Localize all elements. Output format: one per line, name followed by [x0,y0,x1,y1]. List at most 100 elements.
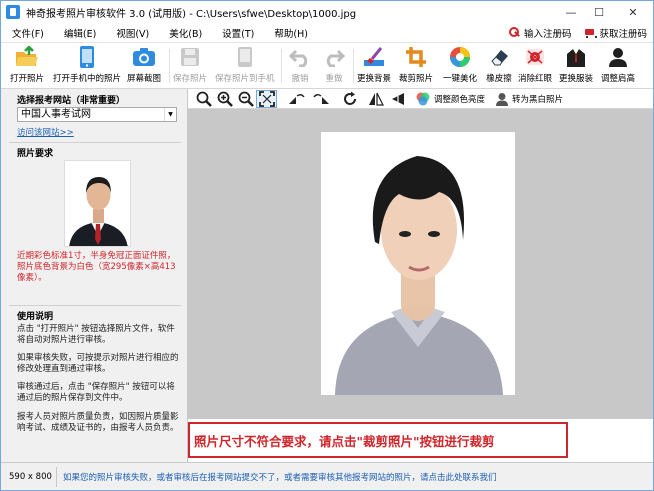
open-photo-label: 打开照片 [10,74,45,84]
open-phone-photo-button[interactable]: 打开手机中的照片 [53,45,121,87]
requirements-text: 近期彩色标准1寸，半身免冠正面证件照，照片底色背景为白色（宽295像素×高413… [17,251,176,283]
register-code-label: 输入注册码 [523,29,572,40]
usage-paragraph-3: 审核通过后，点击 "保存照片" 按钮可以将通过后的照片保存到文件中。 [17,382,175,403]
image-size: 590 x 800 [1,466,57,487]
rotate-right-button[interactable] [309,90,335,108]
eraser-icon [486,45,512,69]
rotate-left-button[interactable] [283,90,309,108]
app-window: 神奇报考照片审核软件 3.0 (试用版) - C:\Users\sfwe\Des… [0,0,654,491]
one-click-beautify-button[interactable]: 一键美化 [443,45,477,87]
app-logo-icon [6,5,20,19]
redo-label: 重做 [325,74,343,84]
zoom-fit-button[interactable] [193,90,214,108]
refresh-icon [344,91,356,105]
maximize-button[interactable]: ☐ [585,1,613,23]
fullscreen-button[interactable] [256,89,277,108]
buy-code-link[interactable]: 获取注册码 [583,26,647,40]
save-to-phone-button[interactable]: 保存照片到手机 [215,45,275,87]
open-photo-button[interactable]: 打开照片 [10,45,44,87]
open-phone-label: 打开手机中的照片 [53,74,122,84]
change-background-label: 更换背景 [357,74,392,84]
requirements-title: 照片要求 [17,149,54,159]
rotate-left-icon [289,93,305,104]
crop-icon [403,45,429,69]
site-section-title: 选择报考网站（非常重要） [17,96,126,106]
undo-button[interactable]: 撤销 [287,45,313,87]
eraser-button[interactable]: 橡皮擦 [486,45,512,87]
key-icon [508,27,521,39]
zoom-fit-icon [196,91,212,107]
menu-edit[interactable]: 编辑(E) [53,26,105,40]
screenshot-button[interactable]: 屏幕截图 [127,45,161,87]
color-adjust-icon [416,92,430,105]
adjust-shoulder-label: 调整肩高 [601,74,636,84]
remove-red-eye-button[interactable]: 消除红眼 [518,45,552,87]
zoom-out-button[interactable] [235,90,256,108]
rotate-right-icon [313,93,329,104]
change-clothes-label: 更换服装 [559,74,594,84]
flip-horizontal-button[interactable] [365,90,387,108]
main-toolbar: 打开照片 打开手机中的照片 屏幕截图 保存照片 保存照片到手机 撤销 重做 更换… [1,43,653,89]
status-bar: 590 x 800 如果您的照片审核失败，或者审核后在报考网站提交不了，或者需要… [1,462,653,490]
register-code-link[interactable]: 输入注册码 [508,26,572,40]
visit-site-link[interactable]: 访问该网站>> [17,126,74,138]
crop-photo-button[interactable]: 裁剪照片 [399,45,433,87]
toolbar-separator [281,49,282,83]
error-message: 照片尺寸不符合要求，请点击"裁剪照片"按钮进行裁剪 [194,433,495,449]
redo-icon [321,45,347,69]
save-icon [177,45,203,69]
exam-site-value: 中国人事考试网 [21,109,91,120]
redo-button[interactable]: 重做 [321,45,347,87]
adjust-shoulder-button[interactable]: 调整肩高 [601,45,635,87]
error-message-box: 照片尺寸不符合要求，请点击"裁剪照片"按钮进行裁剪 [188,422,568,458]
crop-photo-label: 裁剪照片 [399,74,434,84]
image-canvas[interactable] [188,109,653,419]
minimize-button[interactable]: — [557,1,585,23]
window-title: 神奇报考照片审核软件 3.0 (试用版) - C:\Users\sfwe\Des… [26,8,357,20]
change-clothes-button[interactable]: 更换服装 [559,45,593,87]
menu-beautify[interactable]: 美化(B) [158,26,211,40]
toolbar-separator [169,49,170,83]
loaded-photo [321,132,515,395]
usage-title: 使用说明 [17,312,54,322]
undo-label: 撤销 [291,74,309,84]
flip-vertical-button[interactable] [387,90,409,108]
save-to-phone-label: 保存照片到手机 [215,74,275,84]
shoulder-icon [605,45,631,69]
menu-file[interactable]: 文件(F) [1,26,53,40]
title-bar: 神奇报考照片审核软件 3.0 (试用版) - C:\Users\sfwe\Des… [1,1,653,23]
brush-icon [361,45,387,69]
refresh-button[interactable] [339,90,361,108]
flip-vertical-icon [392,92,404,105]
fullscreen-icon [258,90,275,107]
menu-settings[interactable]: 设置(T) [211,26,263,40]
eraser-label: 橡皮擦 [486,74,512,84]
red-eye-icon [522,45,548,69]
undo-icon [287,45,313,69]
zoom-in-button[interactable] [214,90,235,108]
contact-link[interactable]: 如果您的照片审核失败，或者审核后在报考网站提交不了，或者需要审核其他报考网站的照… [57,471,497,483]
menu-view[interactable]: 视图(V) [105,26,158,40]
close-button[interactable]: ✕ [613,1,653,23]
sample-photo [64,160,131,247]
adjust-color-button[interactable]: 调整颜色亮度 [415,90,485,108]
screenshot-label: 屏幕截图 [127,74,162,84]
image-toolbar: 调整颜色亮度 转为黑白照片 [188,89,653,109]
folder-open-icon [14,45,40,69]
save-photo-button[interactable]: 保存照片 [173,45,207,87]
exam-site-select[interactable]: 中国人事考试网 ▼ [17,107,177,122]
save-to-phone-icon [232,45,258,69]
toolbar-separator [353,49,354,83]
change-background-button[interactable]: 更换背景 [357,45,391,87]
to-bw-button[interactable]: 转为黑白照片 [495,90,563,108]
beautify-label: 一键美化 [443,74,478,84]
cart-icon [583,27,598,39]
suit-icon [563,45,589,69]
buy-code-label: 获取注册码 [599,29,647,40]
menu-help[interactable]: 帮助(H) [263,26,317,40]
to-bw-label: 转为黑白照片 [512,94,564,105]
usage-paragraph-4: 报考人员对照片质量负责，如因照片质量影响考试、成绩及证书的，由报考人员负责。 [17,412,179,433]
person-icon [496,92,509,106]
menu-bar: 文件(F) 编辑(E) 视图(V) 美化(B) 设置(T) 帮助(H) 输入注册… [1,23,653,43]
red-eye-label: 消除红眼 [518,74,553,84]
